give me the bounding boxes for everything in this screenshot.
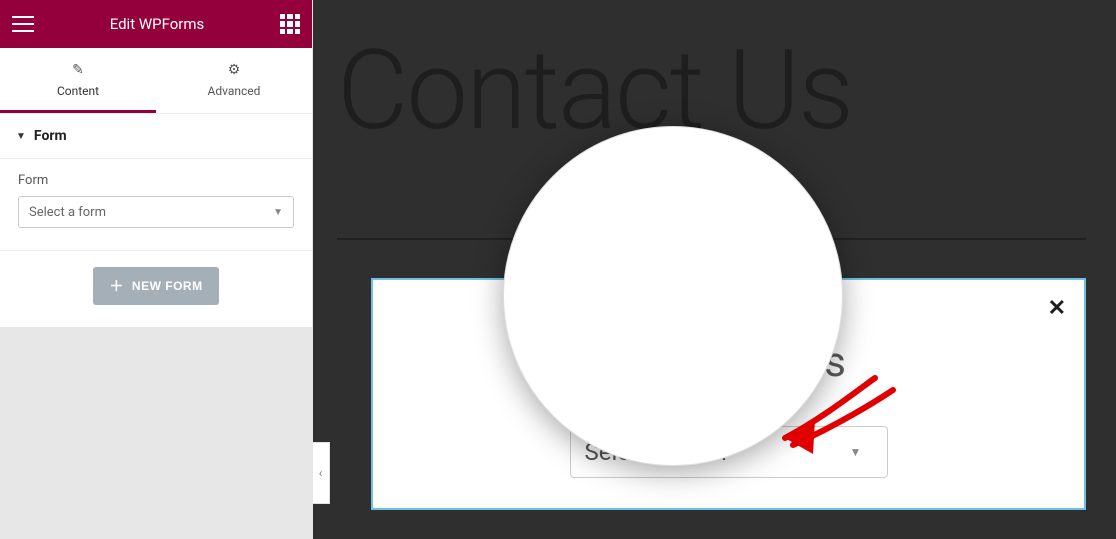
- tab-label: Advanced: [208, 84, 261, 98]
- close-icon[interactable]: ✕: [1048, 298, 1066, 320]
- section-label: Form: [34, 128, 67, 144]
- panel-header: Edit WPForms: [0, 0, 312, 48]
- panel-empty: [0, 327, 312, 539]
- new-form-button[interactable]: ＋ NEW FORM: [93, 267, 218, 305]
- section-form[interactable]: ▼ Form: [0, 114, 312, 159]
- gear-icon: ⚙: [156, 62, 312, 78]
- collapse-handle[interactable]: ‹: [313, 442, 330, 504]
- magnifier-overlay: [503, 126, 843, 466]
- caret-down-icon: ▼: [16, 131, 26, 142]
- panel-title: Edit WPForms: [34, 15, 280, 33]
- plus-icon: ＋: [109, 276, 124, 296]
- select-value: Select a form: [29, 205, 106, 220]
- new-form-label: NEW FORM: [132, 279, 203, 293]
- chevron-left-icon: ‹: [319, 466, 323, 480]
- tab-advanced[interactable]: ⚙ Advanced: [156, 48, 312, 113]
- chevron-down-icon: ▼: [839, 435, 873, 469]
- menu-icon[interactable]: [12, 16, 34, 32]
- tab-content[interactable]: ✎ Content: [0, 48, 156, 113]
- tab-label: Content: [57, 84, 99, 98]
- tabs: ✎ Content ⚙ Advanced: [0, 48, 312, 114]
- pencil-icon: ✎: [0, 62, 156, 78]
- apps-icon[interactable]: [280, 14, 300, 34]
- page-title: Contact Us: [337, 26, 852, 155]
- new-form-row: ＋ NEW FORM: [0, 251, 312, 327]
- form-select[interactable]: Select a form ▼: [18, 196, 294, 228]
- preview-canvas: Contact Us ‹ ✕ w: [313, 0, 1116, 539]
- chevron-down-icon: ▼: [273, 207, 283, 218]
- field-label: Form: [18, 173, 294, 188]
- sidebar: Edit WPForms ✎ Content ⚙ Advanced ▼ Form…: [0, 0, 313, 539]
- field-form: Form Select a form ▼: [0, 159, 312, 251]
